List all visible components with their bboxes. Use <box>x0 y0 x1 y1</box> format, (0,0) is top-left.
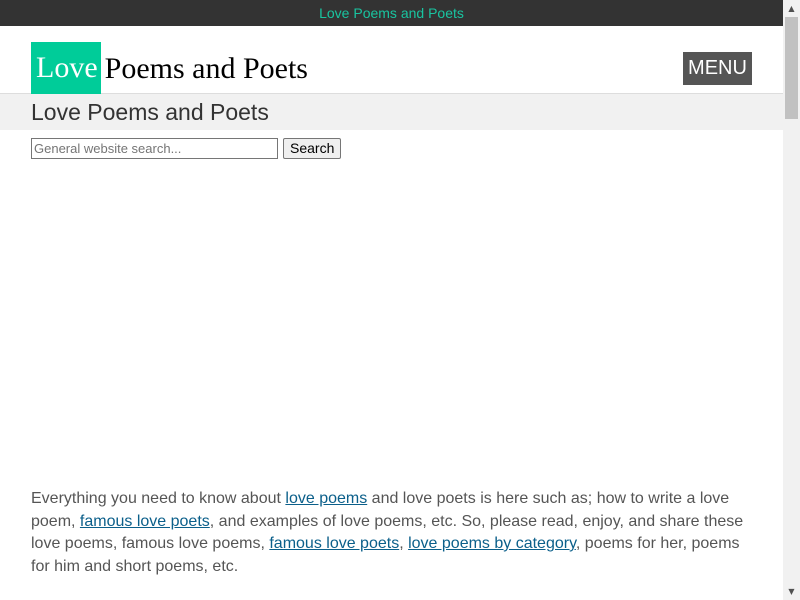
title-band: Love Poems and Poets <box>0 94 783 130</box>
logo-highlight: Love <box>31 42 101 96</box>
arrow-up-icon[interactable]: ▲ <box>783 0 800 17</box>
search-input[interactable] <box>31 138 278 159</box>
vertical-scrollbar[interactable]: ▲ ▼ <box>783 0 800 600</box>
famous-love-poets-link-2[interactable]: famous love poets <box>269 535 399 552</box>
intro-text-4: , <box>399 535 409 552</box>
site-logo[interactable]: Love Poems and Poets <box>31 42 308 96</box>
famous-love-poets-link[interactable]: famous love poets <box>80 513 210 530</box>
arrow-down-icon[interactable]: ▼ <box>783 583 800 600</box>
page-viewport: Love Poems and Poets Love Poems and Poet… <box>0 0 783 600</box>
top-bar: Love Poems and Poets <box>0 0 783 26</box>
page-title: Love Poems and Poets <box>31 99 269 125</box>
intro-paragraph: Everything you need to know about love p… <box>31 488 756 578</box>
love-poems-by-category-link[interactable]: love poems by category <box>408 535 576 552</box>
search-form: Search <box>31 138 342 159</box>
menu-button[interactable]: MENU <box>683 52 752 85</box>
site-header: Love Poems and Poets MENU <box>0 26 783 96</box>
scrollbar-thumb[interactable] <box>785 17 798 119</box>
search-button[interactable]: Search <box>283 138 342 159</box>
top-bar-home-link[interactable]: Love Poems and Poets <box>319 5 464 21</box>
logo-text: Poems and Poets <box>104 52 308 85</box>
intro-text-1: Everything you need to know about <box>31 490 286 507</box>
love-poems-link[interactable]: love poems <box>285 490 367 507</box>
